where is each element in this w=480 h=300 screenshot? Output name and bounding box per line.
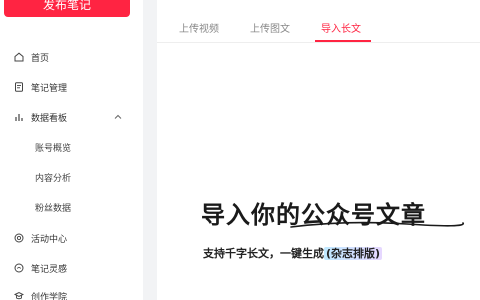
sidebar: 发布笔记 首页 笔记管理 数据看板 账号概览 内容分析 粉丝数据 活动中心 笔记… xyxy=(0,0,143,300)
underline-swoosh xyxy=(290,221,464,228)
sidebar-item-note-inspiration[interactable]: 笔记灵感 xyxy=(0,256,143,280)
sidebar-item-content-analysis[interactable]: 内容分析 xyxy=(0,165,143,189)
sidebar-item-label: 内容分析 xyxy=(35,173,72,184)
sidebar-item-note-management[interactable]: 笔记管理 xyxy=(0,75,143,99)
activity-icon xyxy=(13,233,24,244)
tab-import-long-article[interactable]: 导入长文 xyxy=(321,20,361,35)
sidebar-item-label: 粉丝数据 xyxy=(35,203,72,214)
tab-upload-image-text[interactable]: 上传图文 xyxy=(250,20,290,35)
sidebar-item-data-board[interactable]: 数据看板 xyxy=(0,105,143,129)
sidebar-item-label: 创作学院 xyxy=(31,292,68,300)
sidebar-item-account-overview[interactable]: 账号概览 xyxy=(0,135,143,159)
sidebar-item-activity-center[interactable]: 活动中心 xyxy=(0,226,143,250)
promo-subtitle: 支持千字长文，一键生成 (杂志排版) xyxy=(203,245,383,261)
tab-upload-video[interactable]: 上传视频 xyxy=(179,20,219,35)
promo-subtitle-text: 支持千字长文，一键生成 xyxy=(203,247,324,260)
sidebar-item-label: 笔记灵感 xyxy=(31,264,68,275)
sidebar-item-label: 数据看板 xyxy=(31,113,68,124)
chart-icon xyxy=(13,112,24,123)
active-tab-indicator xyxy=(315,40,371,42)
sidebar-item-fans-data[interactable]: 粉丝数据 xyxy=(0,195,143,219)
main-panel: 上传视频 上传图文 导入长文 导入你的公众号文章 支持千字长文，一键生成 (杂志排… xyxy=(157,0,480,300)
upload-tabs: 上传视频 上传图文 导入长文 xyxy=(157,0,480,43)
academy-icon xyxy=(13,291,24,300)
home-icon xyxy=(13,52,24,63)
sidebar-item-label: 账号概览 xyxy=(35,143,72,154)
sidebar-item-label: 首页 xyxy=(31,53,50,64)
publish-note-button[interactable]: 发布笔记 xyxy=(4,0,130,17)
sidebar-item-label: 笔记管理 xyxy=(31,83,68,94)
inspiration-icon xyxy=(13,263,24,274)
chevron-up-icon[interactable] xyxy=(113,112,123,122)
note-icon xyxy=(13,82,24,93)
sidebar-item-creator-academy[interactable]: 创作学院 xyxy=(0,284,143,300)
sidebar-item-label: 活动中心 xyxy=(31,234,68,245)
promo-subtitle-highlight: (杂志排版) xyxy=(324,247,383,260)
sidebar-item-home[interactable]: 首页 xyxy=(0,45,143,69)
